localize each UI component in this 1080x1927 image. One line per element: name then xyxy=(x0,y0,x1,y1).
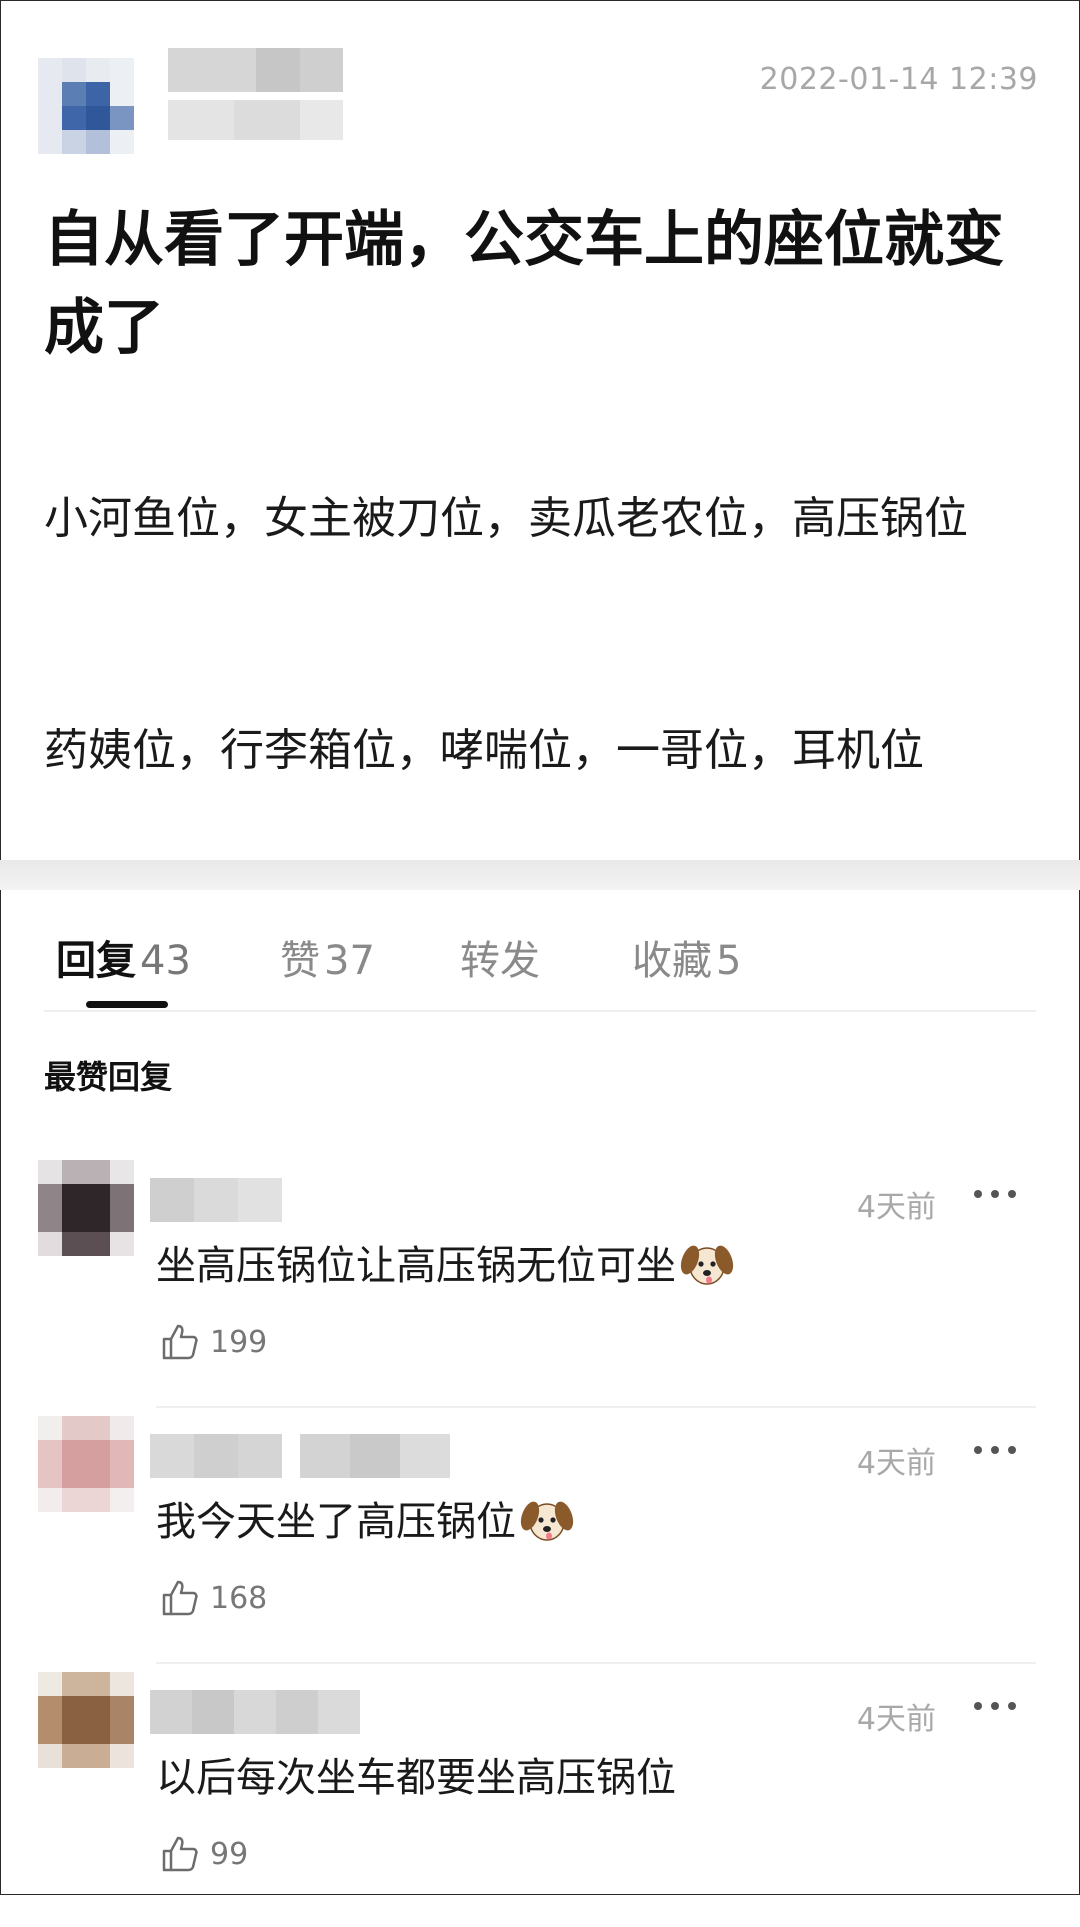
tab-count: 37 xyxy=(324,938,375,984)
like-button[interactable]: 168 xyxy=(160,1576,267,1620)
more-options-icon[interactable] xyxy=(974,1690,1018,1720)
commenter-name-blurred[interactable] xyxy=(150,1178,282,1222)
commenter-name-blurred[interactable] xyxy=(150,1690,360,1734)
thumbs-up-icon xyxy=(162,1836,198,1872)
tab-count: 43 xyxy=(140,938,191,984)
post-tabs: 回复 43 赞 37 转发 收藏 5 xyxy=(0,920,1080,1010)
author-name-blurred[interactable] xyxy=(168,48,343,144)
post-title: 自从看了开端，公交车上的座位就变成了 xyxy=(44,205,1004,363)
dog-face-emoji xyxy=(680,1245,734,1285)
comment-divider xyxy=(156,1662,1036,1664)
commenter-name-blurred[interactable] xyxy=(150,1434,450,1478)
comment-divider xyxy=(156,1406,1036,1408)
tabs-divider xyxy=(44,1010,1036,1012)
section-title: 最赞回复 xyxy=(44,1058,173,1096)
comment-text-content: 以后每次坐车都要坐高压锅位 xyxy=(156,1755,676,1801)
comment-time: 4天前 xyxy=(856,1190,936,1225)
comment-text: 以后每次坐车都要坐高压锅位 xyxy=(156,1750,676,1806)
post-body-paragraph: 药姨位，行李箱位，哮喘位，一哥位，耳机位 xyxy=(44,725,924,776)
more-options-icon[interactable] xyxy=(974,1434,1018,1464)
commenter-avatar[interactable] xyxy=(38,1160,134,1256)
like-count: 168 xyxy=(210,1580,268,1616)
more-options-icon[interactable] xyxy=(974,1178,1018,1208)
like-button[interactable]: 199 xyxy=(160,1320,267,1364)
thumbs-up-icon xyxy=(162,1324,198,1360)
thumbs-up-icon xyxy=(162,1580,198,1616)
author-avatar[interactable] xyxy=(38,58,134,154)
like-count: 99 xyxy=(210,1836,249,1872)
comment-time: 4天前 xyxy=(856,1702,936,1737)
post-body-paragraph: 小河鱼位，女主被刀位，卖瓜老农位，高压锅位 xyxy=(44,493,968,544)
tab-label: 回复 xyxy=(56,938,136,984)
tab-reposts[interactable]: 转发 xyxy=(460,928,540,986)
comment-item: 4天前 坐高压锅位让高压锅无位可坐 199 xyxy=(0,1160,1080,1415)
active-tab-indicator xyxy=(86,1001,168,1008)
tab-likes[interactable]: 赞 37 xyxy=(280,928,375,986)
dog-face-emoji xyxy=(520,1501,574,1541)
tab-favorites[interactable]: 收藏 5 xyxy=(632,928,741,986)
like-count: 199 xyxy=(210,1324,268,1360)
post-timestamp: 2022-01-14 12:39 xyxy=(759,62,1038,97)
comment-text: 坐高压锅位让高压锅无位可坐 xyxy=(156,1238,734,1294)
comment-time: 4天前 xyxy=(856,1446,936,1481)
commenter-avatar[interactable] xyxy=(38,1416,134,1512)
comment-text-content: 我今天坐了高压锅位 xyxy=(156,1499,516,1545)
comment-text-content: 坐高压锅位让高压锅无位可坐 xyxy=(156,1243,676,1289)
section-divider xyxy=(0,860,1080,890)
comment-item: 4天前 我今天坐了高压锅位 168 xyxy=(0,1416,1080,1671)
commenter-avatar[interactable] xyxy=(38,1672,134,1768)
tab-label: 赞 xyxy=(280,938,320,984)
comment-text: 我今天坐了高压锅位 xyxy=(156,1494,574,1550)
like-button[interactable]: 99 xyxy=(160,1832,248,1876)
tab-label: 转发 xyxy=(460,938,540,984)
tab-replies[interactable]: 回复 43 xyxy=(56,928,191,986)
tab-count: 5 xyxy=(716,938,742,984)
comment-item: 4天前 以后每次坐车都要坐高压锅位 99 xyxy=(0,1672,1080,1927)
tab-label: 收藏 xyxy=(632,938,712,984)
